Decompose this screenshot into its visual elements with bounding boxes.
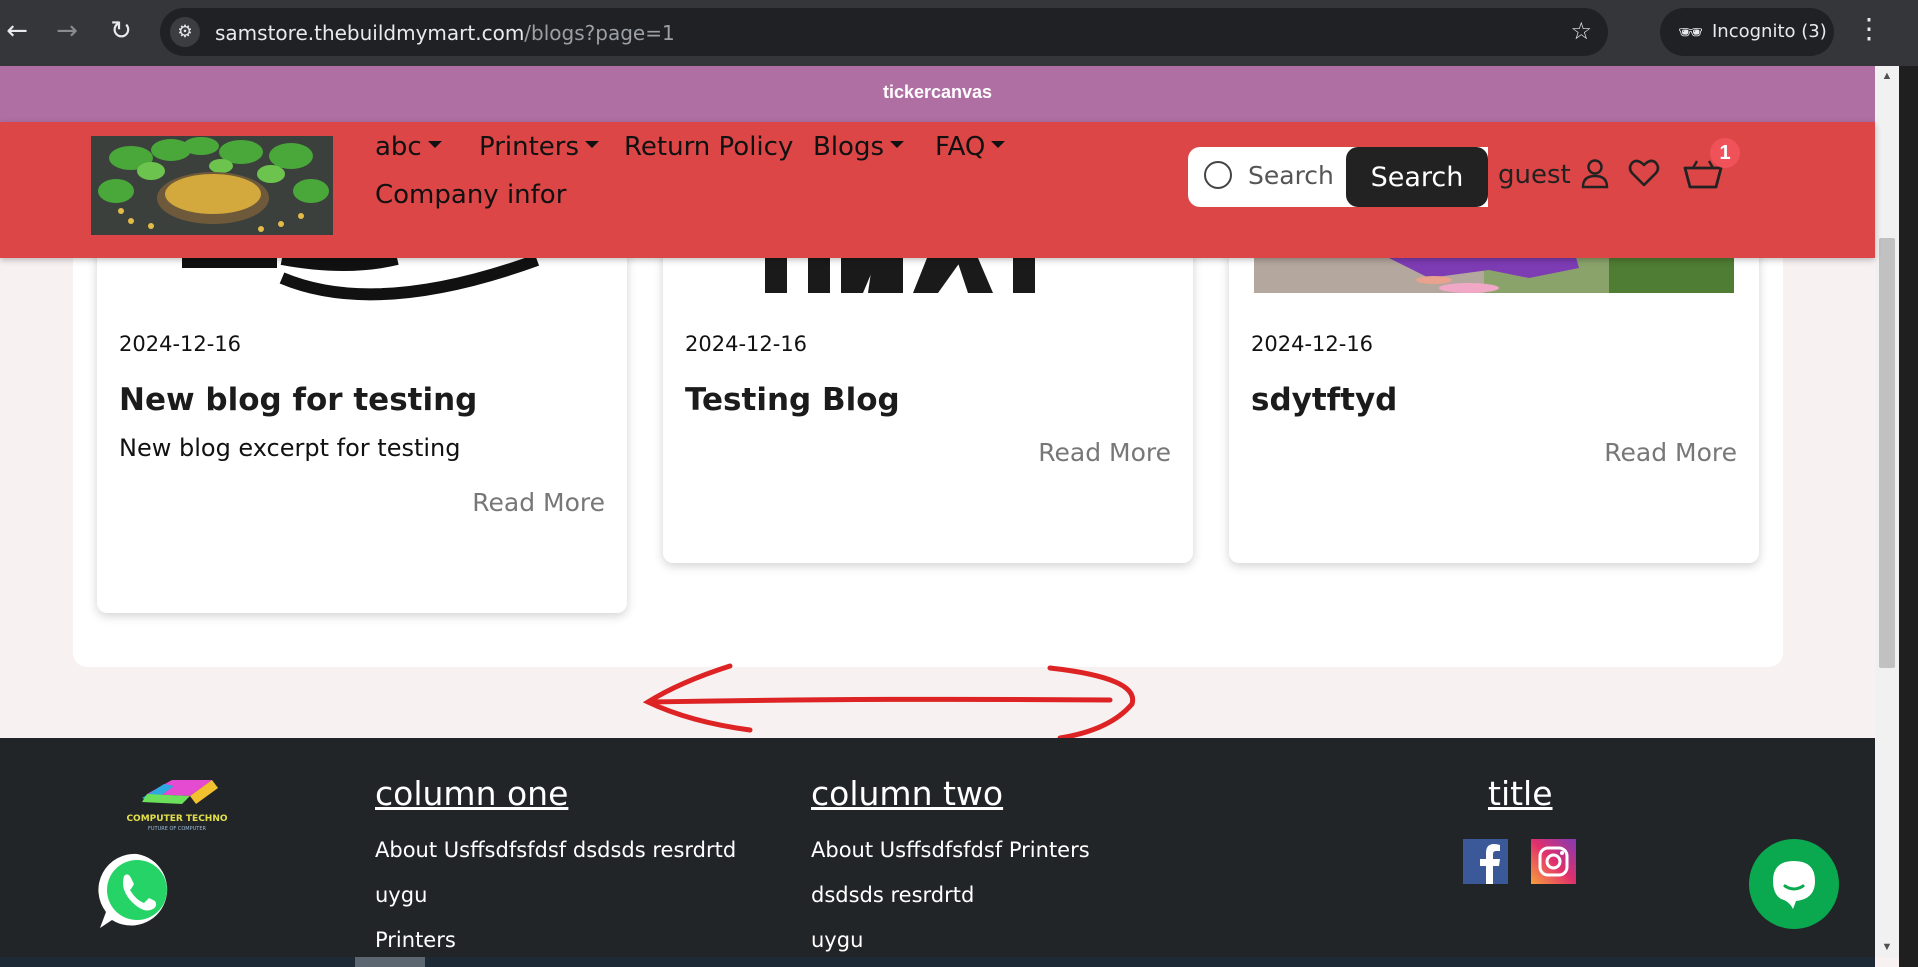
back-arrow-icon[interactable]: ←	[0, 14, 34, 48]
nav-item-abc[interactable]: abc	[375, 132, 442, 162]
ticker-bar: tickercanvas	[0, 66, 1875, 122]
os-taskbar	[0, 957, 1875, 967]
taskbar-item[interactable]	[355, 957, 425, 967]
facebook-icon[interactable]	[1463, 839, 1508, 884]
blog-date: 2024-12-16	[119, 332, 242, 356]
nav-item-printers[interactable]: Printers	[479, 132, 600, 162]
nav-item-company-infor[interactable]: Company infor	[375, 180, 566, 210]
footer-link[interactable]: dsdsds resrdrtd	[811, 883, 974, 907]
page-scrollbar[interactable]: ▲ ▼	[1875, 66, 1899, 957]
caret-down-icon	[890, 141, 905, 148]
blog-date: 2024-12-16	[685, 332, 808, 356]
blog-title[interactable]: sdytftyd	[1251, 382, 1397, 418]
search-button[interactable]: Search	[1346, 147, 1488, 207]
blog-date: 2024-12-16	[1251, 332, 1374, 356]
reload-icon[interactable]: ↻	[104, 14, 138, 48]
scroll-up-icon[interactable]: ▲	[1875, 70, 1899, 82]
footer-logo[interactable]: COMPUTER TECHNO FUTURE OF COMPUTER	[102, 774, 252, 834]
blog-excerpt: New blog excerpt for testing	[119, 434, 461, 462]
footer-link[interactable]: uygu	[375, 883, 427, 907]
blog-title[interactable]: Testing Blog	[685, 382, 900, 418]
address-bar[interactable]: ⚙ samstore.thebuildmymart.com/blogs?page…	[160, 8, 1608, 56]
site-logo[interactable]	[91, 136, 333, 235]
whatsapp-icon[interactable]	[96, 850, 178, 932]
browser-menu-icon[interactable]: ⋮	[1855, 12, 1883, 45]
user-name-label[interactable]: guest	[1498, 160, 1571, 190]
nav-item-blogs[interactable]: Blogs	[813, 132, 905, 162]
footer-column-three-heading: title	[1488, 774, 1553, 813]
footer-link[interactable]: About Usffsdfsfdsf dsdsds resrdrtd	[375, 838, 736, 862]
footer-link[interactable]: About Usffsdfsfdsf Printers	[811, 838, 1090, 862]
scroll-down-icon[interactable]: ▼	[1875, 941, 1899, 953]
footer-column-one-heading: column one	[375, 774, 569, 813]
scrollbar-thumb[interactable]	[1879, 238, 1895, 668]
footer-link[interactable]: uygu	[811, 928, 863, 952]
double-arrow-annotation	[642, 663, 1136, 740]
forward-arrow-icon[interactable]: →	[50, 14, 84, 48]
nav-item-return-policy[interactable]: Return Policy	[624, 132, 793, 162]
wishlist-heart-icon[interactable]	[1628, 158, 1660, 188]
site-header: abc Printers Return Policy Blogs FAQ Com…	[0, 122, 1875, 258]
incognito-icon: 🕶	[1678, 20, 1704, 44]
instagram-icon[interactable]	[1531, 839, 1576, 884]
ticker-text: tickercanvas	[882, 82, 993, 102]
footer-link[interactable]: Printers	[375, 928, 456, 952]
caret-down-icon	[585, 141, 600, 148]
url-text: samstore.thebuildmymart.com/blogs?page=1	[215, 21, 675, 45]
footer-logo-tagline: FUTURE OF COMPUTER	[148, 826, 207, 832]
site-footer: COMPUTER TECHNO FUTURE OF COMPUTER colum…	[0, 738, 1875, 957]
blog-title[interactable]: New blog for testing	[119, 382, 477, 418]
caret-down-icon	[427, 141, 442, 148]
footer-column-two-heading: column two	[811, 774, 1004, 813]
site-info-icon[interactable]: ⚙	[170, 17, 200, 47]
search-icon	[1204, 161, 1232, 189]
blog-card[interactable]: 2024-12-16 New blog for testing New blog…	[97, 198, 627, 613]
user-icon[interactable]	[1580, 158, 1610, 190]
caret-down-icon	[991, 141, 1006, 148]
incognito-indicator[interactable]: 🕶 Incognito (3)	[1660, 8, 1834, 56]
read-more-link[interactable]: Read More	[1604, 438, 1737, 467]
window-edge	[1899, 66, 1918, 967]
cart-count-badge: 1	[1710, 138, 1740, 168]
bookmark-star-icon[interactable]: ☆	[1570, 17, 1592, 45]
footer-logo-text: COMPUTER TECHNO	[126, 814, 227, 824]
nav-item-faq[interactable]: FAQ	[935, 132, 1006, 162]
chat-widget-button[interactable]	[1749, 839, 1839, 929]
read-more-link[interactable]: Read More	[472, 488, 605, 517]
read-more-link[interactable]: Read More	[1038, 438, 1171, 467]
browser-toolbar: ← → ↻ ⚙ samstore.thebuildmymart.com/blog…	[0, 0, 1918, 66]
chat-bubble-icon	[1773, 861, 1815, 909]
